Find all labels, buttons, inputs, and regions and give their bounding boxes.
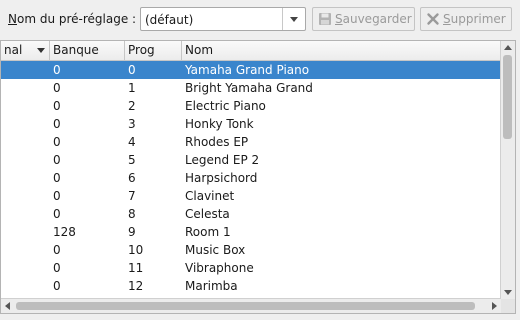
name-cell: Celesta <box>185 207 230 221</box>
table-row[interactable]: 0 10 Music Box <box>1 241 501 259</box>
bank-cell: 0 <box>53 135 61 149</box>
preset-name-label: Nom du pré-réglage : <box>8 12 137 26</box>
prog-cell: 4 <box>128 135 136 149</box>
table-row[interactable]: 0 8 Celesta <box>1 205 501 223</box>
bank-cell: 0 <box>53 279 61 293</box>
prog-cell: 8 <box>128 207 136 221</box>
scroll-left-arrow-icon[interactable] <box>5 302 10 310</box>
table-body: 0 0 Yamaha Grand Piano 0 1 Bright Yamaha Gran… <box>1 61 501 301</box>
x-delete-icon <box>426 12 440 26</box>
bank-cell: 0 <box>53 171 61 185</box>
combo-dropdown-button[interactable] <box>282 8 305 30</box>
prog-cell: 3 <box>128 117 136 131</box>
bank-cell: 0 <box>53 81 61 95</box>
instrument-table: nal Banque Prog Nom 0 0 Yamaha Grand Piano… <box>0 40 516 314</box>
scrollbar-corner <box>501 299 515 313</box>
name-cell: Yamaha Grand Piano <box>185 63 310 77</box>
prog-cell: 7 <box>128 189 136 203</box>
column-header-bank[interactable]: Banque <box>50 41 125 60</box>
vertical-scrollbar[interactable] <box>500 41 515 299</box>
name-cell: Music Box <box>185 243 246 257</box>
prog-cell: 6 <box>128 171 136 185</box>
name-cell: Harpsichord <box>185 171 258 185</box>
prog-cell: 5 <box>128 153 136 167</box>
table-row[interactable]: 0 6 Harpsichord <box>1 169 501 187</box>
scroll-up-arrow-icon[interactable] <box>504 45 512 50</box>
prog-cell: 0 <box>128 63 136 77</box>
table-row[interactable]: 0 3 Honky Tonk <box>1 115 501 133</box>
name-cell: Room 1 <box>185 225 231 239</box>
name-cell: Vibraphone <box>185 261 254 275</box>
scroll-right-arrow-icon[interactable] <box>492 302 497 310</box>
preset-toolbar: Nom du pré-réglage : (défaut) Sauvegarde… <box>0 0 520 38</box>
column-header-name[interactable]: Nom <box>182 41 501 60</box>
preset-combo[interactable]: (défaut) <box>140 7 306 31</box>
sort-descending-icon <box>37 48 45 53</box>
bank-cell: 0 <box>53 189 61 203</box>
save-button-label: Sauvegarder <box>335 12 412 26</box>
prog-cell: 1 <box>128 81 136 95</box>
table-row[interactable]: 0 5 Legend EP 2 <box>1 151 501 169</box>
table-row[interactable]: 0 1 Bright Yamaha Grand <box>1 79 501 97</box>
vertical-scroll-thumb[interactable] <box>503 55 512 139</box>
name-cell: Electric Piano <box>185 99 266 113</box>
preset-combo-value: (défaut) <box>145 13 194 27</box>
bank-cell: 0 <box>53 243 61 257</box>
table-row[interactable]: 0 4 Rhodes EP <box>1 133 501 151</box>
column-header-channel[interactable]: nal <box>1 41 50 60</box>
name-cell: Marimba <box>185 279 238 293</box>
name-cell: Clavinet <box>185 189 235 203</box>
bank-cell: 0 <box>53 99 61 113</box>
delete-button-label: Supprimer <box>443 12 506 26</box>
table-row[interactable]: 0 11 Vibraphone <box>1 259 501 277</box>
bank-cell: 0 <box>53 207 61 221</box>
prog-cell: 9 <box>128 225 136 239</box>
bank-cell: 128 <box>53 225 76 239</box>
name-cell: Legend EP 2 <box>185 153 260 167</box>
table-row[interactable]: 0 0 Yamaha Grand Piano <box>1 61 501 79</box>
bank-cell: 0 <box>53 117 61 131</box>
table-row[interactable]: 0 7 Clavinet <box>1 187 501 205</box>
prog-cell: 12 <box>128 279 144 293</box>
chevron-down-icon <box>290 16 298 22</box>
table-row[interactable]: 128 9 Room 1 <box>1 223 501 241</box>
bank-cell: 0 <box>53 153 61 167</box>
save-button[interactable]: Sauvegarder <box>312 7 415 31</box>
floppy-disk-icon <box>318 12 332 26</box>
table-row[interactable]: 0 12 Marimba <box>1 277 501 295</box>
table-row[interactable]: 0 2 Electric Piano <box>1 97 501 115</box>
scroll-down-arrow-icon[interactable] <box>504 290 512 295</box>
horizontal-scrollbar[interactable] <box>1 298 501 313</box>
column-header-prog[interactable]: Prog <box>125 41 182 60</box>
prog-cell: 10 <box>128 243 144 257</box>
horizontal-scroll-thumb[interactable] <box>16 302 475 310</box>
bank-cell: 0 <box>53 261 61 275</box>
prog-cell: 11 <box>128 261 144 275</box>
name-cell: Honky Tonk <box>185 117 254 131</box>
name-cell: Bright Yamaha Grand <box>185 81 313 95</box>
delete-button[interactable]: Supprimer <box>420 7 512 31</box>
table-header: nal Banque Prog Nom <box>1 41 501 61</box>
bank-cell: 0 <box>53 63 61 77</box>
name-cell: Rhodes EP <box>185 135 249 149</box>
prog-cell: 2 <box>128 99 136 113</box>
